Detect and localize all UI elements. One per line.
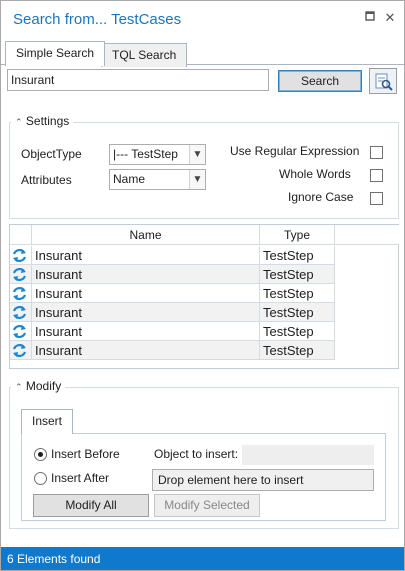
row-icon-cell xyxy=(10,303,32,322)
teststep-reload-icon xyxy=(12,287,27,300)
results-table[interactable]: Name Type Insurant TestStep Insurant Tes… xyxy=(9,224,399,369)
name-cell: Insurant xyxy=(32,284,260,303)
tab-simple-search[interactable]: Simple Search xyxy=(5,41,106,66)
modify-selected-button[interactable]: Modify Selected xyxy=(154,494,260,517)
close-icon[interactable]: ✕ xyxy=(382,10,398,26)
restore-window-icon[interactable] xyxy=(362,10,378,26)
row-icon-cell xyxy=(10,322,32,341)
search-page-icon xyxy=(375,73,393,91)
teststep-reload-icon xyxy=(12,344,27,357)
type-cell: TestStep xyxy=(260,265,335,284)
ignore-case-label: Ignore Case xyxy=(288,190,354,204)
name-cell: Insurant xyxy=(32,341,260,360)
attributes-value: Name xyxy=(113,172,146,186)
name-cell: Insurant xyxy=(32,303,260,322)
use-regex-label: Use Regular Expression xyxy=(230,144,360,158)
row-icon-cell xyxy=(10,246,32,265)
teststep-reload-icon xyxy=(12,325,27,338)
whole-words-checkbox[interactable] xyxy=(370,169,383,182)
advanced-search-button[interactable] xyxy=(369,68,397,94)
window-title: Search from... TestCases xyxy=(13,11,182,28)
type-cell: TestStep xyxy=(260,322,335,341)
type-cell: TestStep xyxy=(260,341,335,360)
object-type-select[interactable]: |--- TestStep ▼ xyxy=(109,144,206,165)
insert-after-radio[interactable] xyxy=(34,472,47,485)
name-cell: Insurant xyxy=(32,322,260,341)
search-input[interactable]: Insurant xyxy=(7,69,269,91)
dropdown-arrow-icon: ▼ xyxy=(189,170,205,189)
tab-tql-search[interactable]: TQL Search xyxy=(101,43,188,67)
insert-before-label: Insert Before xyxy=(51,447,120,461)
teststep-reload-icon xyxy=(12,268,27,281)
type-cell: TestStep xyxy=(260,303,335,322)
tab-insert[interactable]: Insert xyxy=(21,409,74,434)
insert-before-radio[interactable] xyxy=(34,448,47,461)
ignore-case-checkbox[interactable] xyxy=(370,192,383,205)
teststep-reload-icon xyxy=(12,249,27,262)
use-regex-checkbox[interactable] xyxy=(370,146,383,159)
dropdown-arrow-icon: ▼ xyxy=(189,145,205,164)
row-icon-cell xyxy=(10,284,32,303)
modify-all-button[interactable]: Modify All xyxy=(33,494,149,517)
attributes-label: Attributes xyxy=(21,173,72,187)
name-cell: Insurant xyxy=(32,265,260,284)
row-icon-cell xyxy=(10,341,32,360)
object-to-insert-label: Object to insert: xyxy=(154,447,239,461)
name-cell: Insurant xyxy=(32,246,260,265)
search-button[interactable]: Search xyxy=(278,70,362,92)
search-window: Search from... TestCases ✕ Simple Search… xyxy=(0,0,405,571)
column-header-name[interactable]: Name xyxy=(32,225,260,245)
whole-words-label: Whole Words xyxy=(279,167,351,181)
object-type-label: ObjectType xyxy=(21,147,82,161)
type-cell: TestStep xyxy=(260,284,335,303)
status-text: 6 Elements found xyxy=(7,552,101,566)
empty-column-header xyxy=(335,225,399,245)
type-cell: TestStep xyxy=(260,246,335,265)
icon-column-header xyxy=(10,225,32,245)
column-header-type[interactable]: Type xyxy=(260,225,335,245)
attributes-select[interactable]: Name ▼ xyxy=(109,169,206,190)
insert-after-label: Insert After xyxy=(51,471,110,485)
object-to-insert-field xyxy=(242,445,374,465)
object-type-value: |--- TestStep xyxy=(113,147,178,161)
status-bar: 6 Elements found xyxy=(1,547,404,570)
teststep-reload-icon xyxy=(12,306,27,319)
drop-target-field[interactable]: Drop element here to insert xyxy=(152,469,374,491)
row-icon-cell xyxy=(10,265,32,284)
